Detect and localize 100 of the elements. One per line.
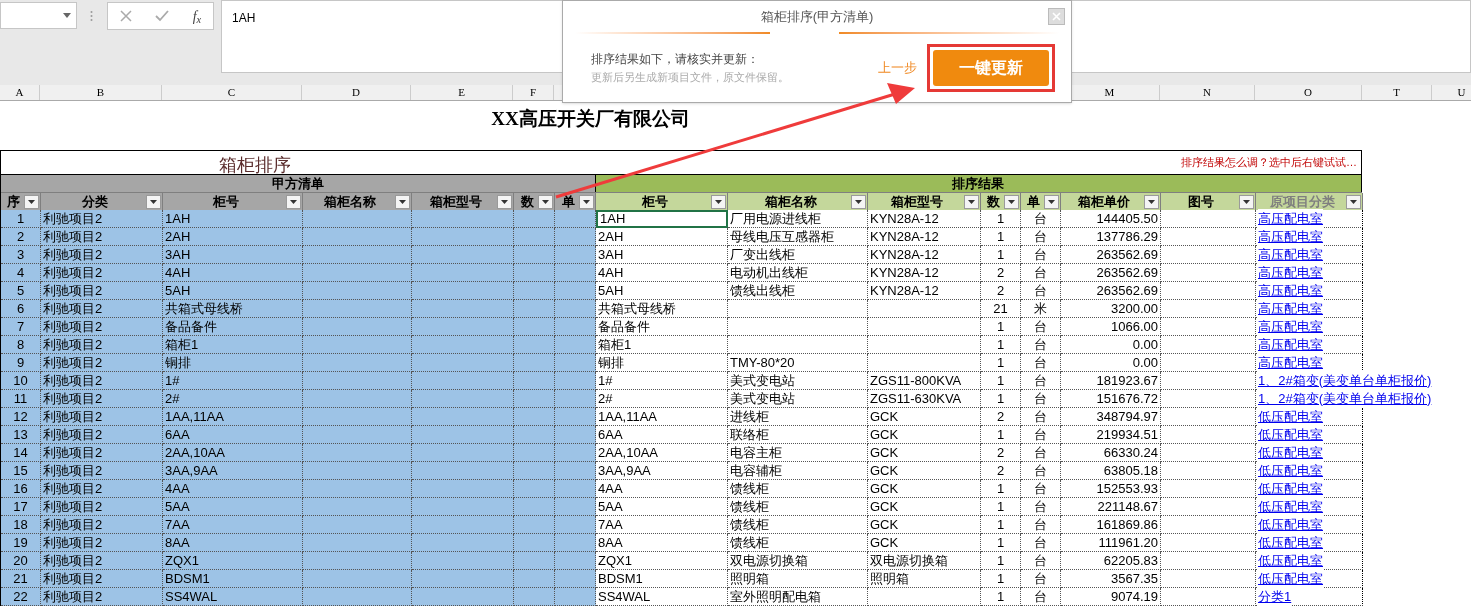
table-cell: 66330.24 (1061, 444, 1161, 462)
table-cell: 63805.18 (1061, 462, 1161, 480)
table-cell: 1 (981, 480, 1021, 498)
column-header: 箱柜名称 (763, 192, 818, 211)
table-cell: 151676.72 (1061, 390, 1161, 408)
column-header: 柜号 (211, 192, 240, 211)
table-cell: 62205.83 (1061, 552, 1161, 570)
table-cell: GCK (868, 408, 981, 426)
table-cell: 台 (1021, 210, 1061, 228)
table-cell: 台 (1021, 552, 1061, 570)
table-cell: 181923.67 (1061, 372, 1161, 390)
column-header: 箱柜型号 (428, 192, 483, 211)
table-cell: 1 (981, 534, 1021, 552)
table-cell: 双电源切换箱 (728, 552, 868, 570)
table-cell: 1 (981, 498, 1021, 516)
table-cell: 电容主柜 (728, 444, 868, 462)
table-cell: GCK (868, 426, 981, 444)
table-cell: 台 (1021, 498, 1061, 516)
table-cell: SS4WAL (163, 588, 303, 606)
table-cell: 2 (981, 462, 1021, 480)
table-cell: 馈线出线柜 (728, 282, 868, 300)
table-cell: 台 (1021, 516, 1061, 534)
table-cell: GCK (868, 444, 981, 462)
table-cell: 3567.35 (1061, 570, 1161, 588)
table-cell: GCK (868, 462, 981, 480)
table-cell: 1 (981, 318, 1021, 336)
table-cell: 1 (981, 426, 1021, 444)
table-cell: 2 (981, 408, 1021, 426)
table-cell: KYN28A-12 (868, 246, 981, 264)
table-cell: KYN28A-12 (868, 210, 981, 228)
table-cell: 1 (981, 246, 1021, 264)
hint-text: 排序结果怎么调？选中后右键试试… (1181, 155, 1357, 171)
column-header: 序 (6, 192, 21, 211)
table-cell: 台 (1021, 480, 1061, 498)
table-cell: 219934.51 (1061, 426, 1161, 444)
table-cell: 137786.29 (1061, 228, 1161, 246)
group-header: 排序结果 (595, 175, 1362, 192)
table-cell: 电动机出线柜 (728, 264, 868, 282)
table-cell: KYN28A-12 (868, 264, 981, 282)
table-cell: 263562.69 (1061, 264, 1161, 282)
table-cell: 2 (981, 444, 1021, 462)
table-cell: 台 (1021, 408, 1061, 426)
table-cell: KYN28A-12 (868, 282, 981, 300)
table-cell: 厂用电源进线柜 (728, 210, 868, 228)
table-cell: 1 (981, 390, 1021, 408)
table-cell: GCK (868, 480, 981, 498)
column-header: 箱柜名称 (323, 192, 377, 211)
table-cell: 111961.20 (1061, 534, 1161, 552)
table-cell: 161869.86 (1061, 516, 1161, 534)
column-header: 原项目分类 (1268, 192, 1336, 211)
table-cell: 馈线柜 (728, 516, 868, 534)
table-cell: 348794.97 (1061, 408, 1161, 426)
table-cell: GCK (868, 534, 981, 552)
table-cell: 1 (981, 354, 1021, 372)
table-cell: 0.00 (1061, 336, 1161, 354)
table-cell: ZGS11-630KVA (868, 390, 981, 408)
sheet-title: XX高压开关厂有限公司 (491, 107, 690, 131)
table-cell: 台 (1021, 444, 1061, 462)
group-header: 甲方清单 (1, 175, 596, 192)
column-header: 图号 (1187, 192, 1215, 211)
table-cell: 台 (1021, 570, 1061, 588)
table-cell: KYN28A-12 (868, 228, 981, 246)
column-header: 箱柜单价 (1076, 192, 1131, 211)
table-cell: 263562.69 (1061, 282, 1161, 300)
table-title: 箱柜排序 (219, 154, 291, 176)
table-cell: 美式变电站 (728, 372, 868, 390)
table-cell: 联络柜 (728, 426, 868, 444)
table-cell: 2 (981, 264, 1021, 282)
table-cell: GCK (868, 498, 981, 516)
table-cell: 厂变出线柜 (728, 246, 868, 264)
table-cell: 台 (1021, 534, 1061, 552)
table-cell: GCK (868, 516, 981, 534)
table-cell: 22 (1, 588, 41, 606)
dialog-title: 箱柜排序(甲方清单) (760, 7, 874, 26)
column-header: 箱柜型号 (890, 192, 944, 211)
table-cell: 台 (1021, 318, 1061, 336)
table-cell: 1 (981, 588, 1021, 606)
table-cell: 0.00 (1061, 354, 1161, 372)
table-cell: 1 (981, 570, 1021, 588)
table-cell: 1066.00 (1061, 318, 1161, 336)
table-cell: 米 (1021, 300, 1061, 318)
column-header: 数 (986, 192, 1001, 211)
table-cell: 照明箱 (728, 570, 868, 588)
table-cell: 室外照明配电箱 (728, 588, 868, 606)
table-cell: 144405.50 (1061, 210, 1161, 228)
table-cell: 台 (1021, 336, 1061, 354)
column-header: 单 (560, 192, 576, 211)
table-cell: 双电源切换箱 (868, 552, 981, 570)
table-cell: 221148.67 (1061, 498, 1161, 516)
table-cell: 台 (1021, 264, 1061, 282)
dialog-note: 更新后另生成新项目文件，原文件保留。 (591, 70, 789, 86)
table-cell: 馈线柜 (728, 480, 868, 498)
table-cell: 台 (1021, 588, 1061, 606)
column-header: 单 (1026, 192, 1041, 211)
table-cell: ZGS11-800KVA (868, 372, 981, 390)
table-cell: 照明箱 (868, 570, 981, 588)
table-cell: 利驰项目2 (41, 588, 163, 606)
table-cell: 1 (981, 336, 1021, 354)
table-cell: 1 (981, 228, 1021, 246)
table-cell: 台 (1021, 282, 1061, 300)
